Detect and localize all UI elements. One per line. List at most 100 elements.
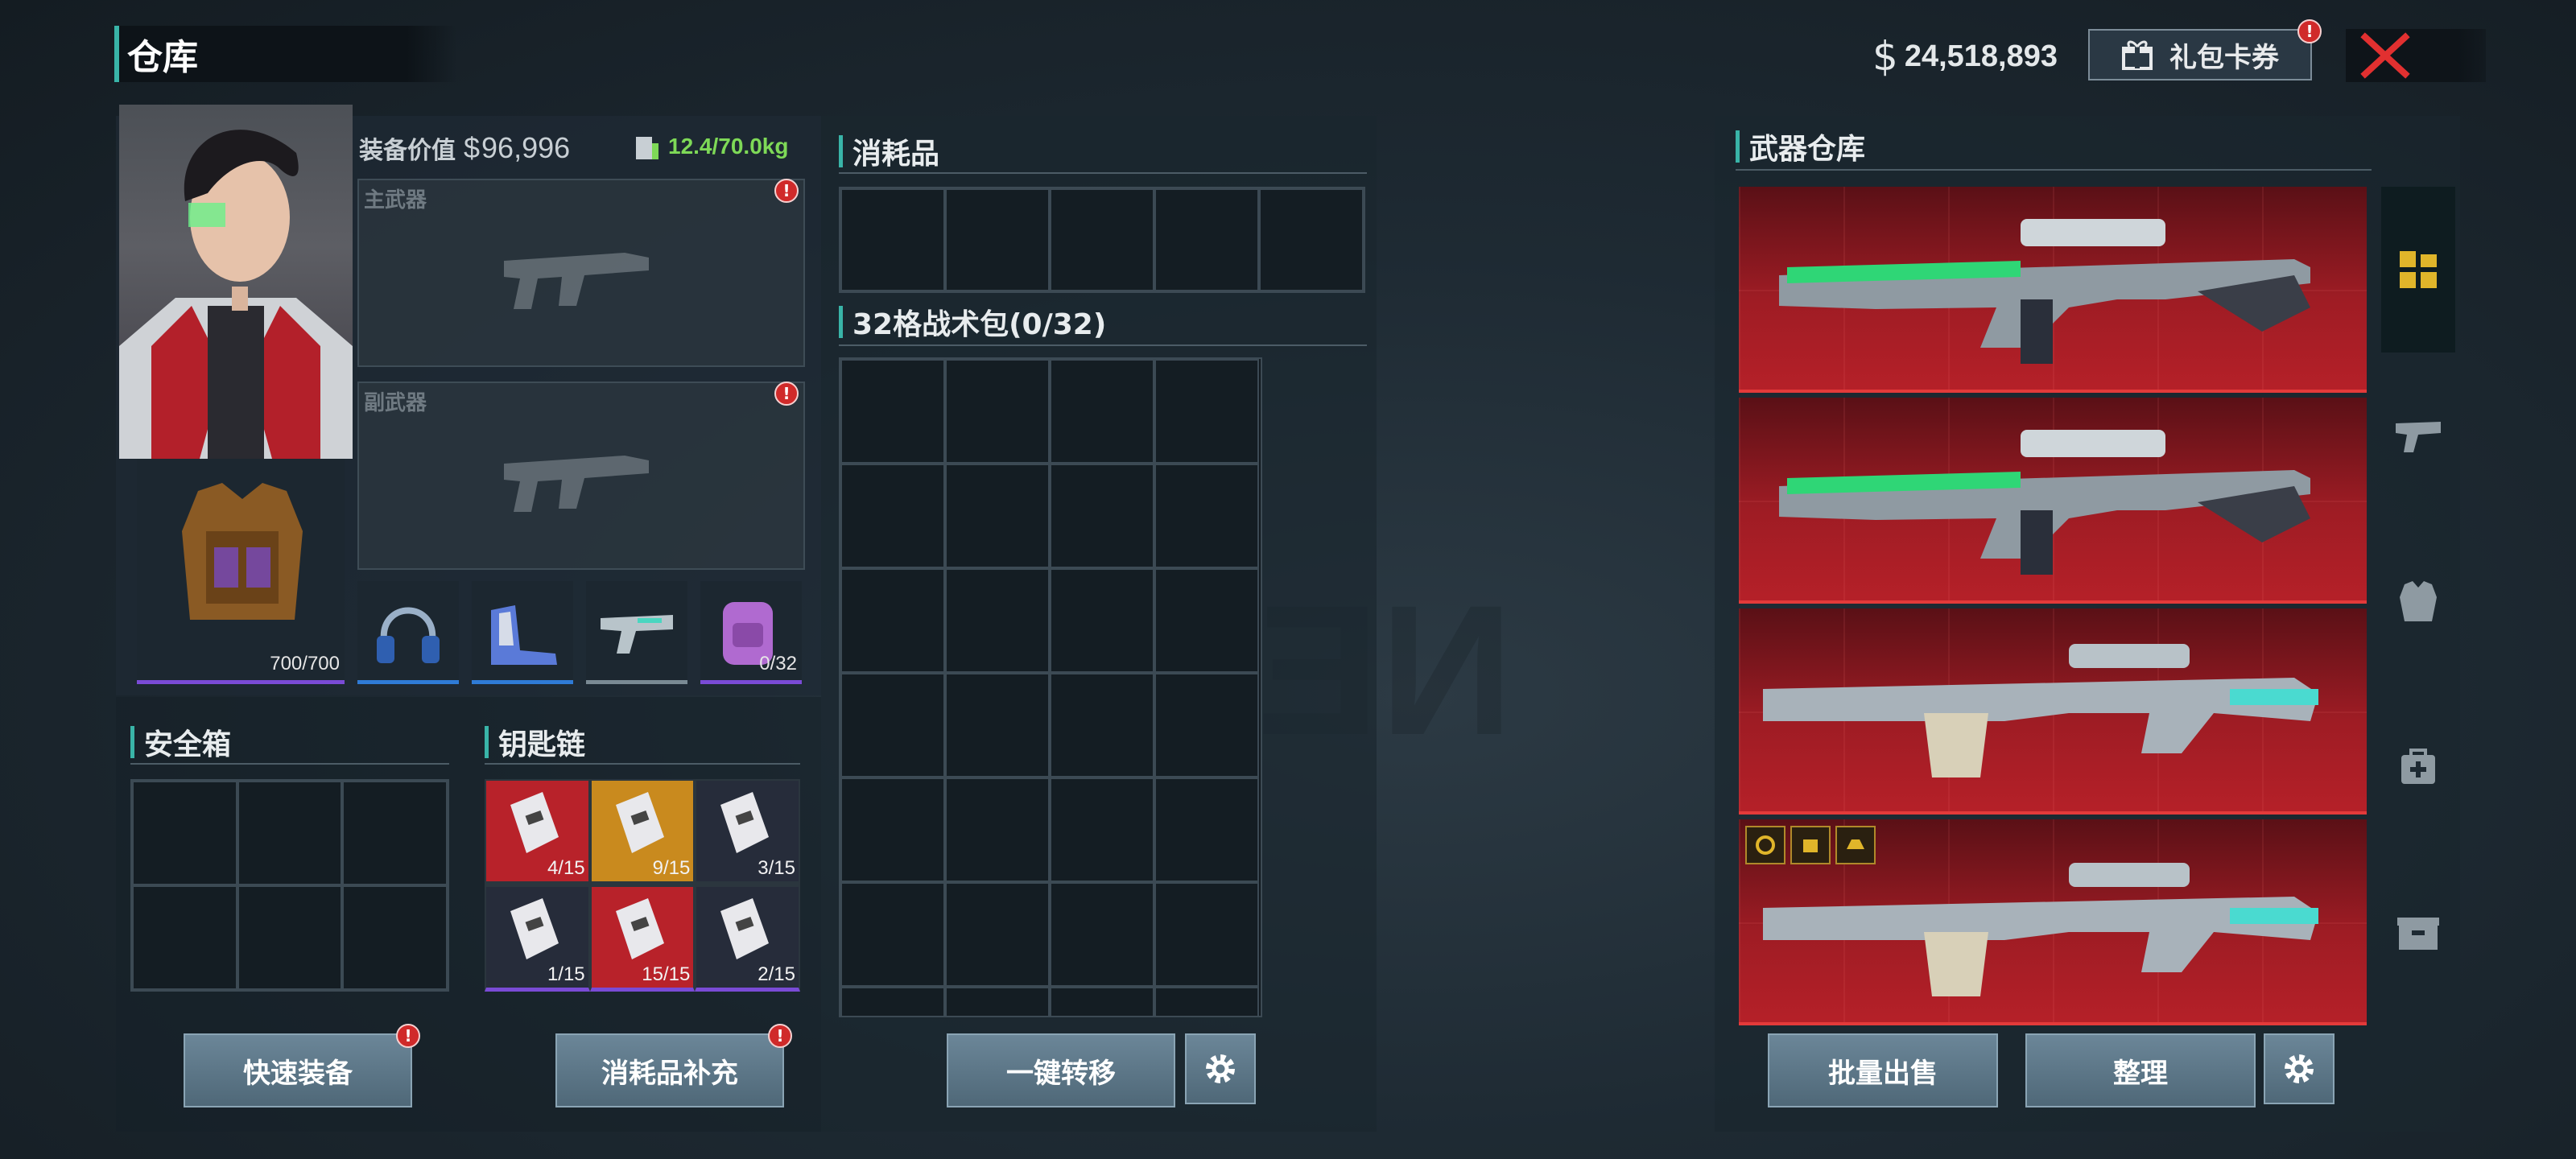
tactical-bag-grid[interactable] <box>840 359 1261 1016</box>
safe-box-grid[interactable] <box>130 779 449 992</box>
tactical-bag-cell[interactable] <box>1154 987 1259 1016</box>
quick-equip-label: 快速装备 <box>243 1057 353 1090</box>
pistol-icon <box>601 615 673 654</box>
tab-pistols[interactable] <box>2381 353 2455 518</box>
weapon-card[interactable] <box>1739 608 2367 815</box>
key-count: 4/15 <box>547 857 585 879</box>
safe-box-cell[interactable] <box>132 781 237 885</box>
close-button[interactable] <box>2346 29 2486 82</box>
gift-icon <box>2122 40 2153 70</box>
tactical-bag-cell[interactable] <box>945 359 1050 464</box>
tactical-bag-cell[interactable] <box>840 568 945 673</box>
tactical-bag-cell[interactable] <box>1050 464 1154 568</box>
tab-misc[interactable] <box>2381 850 2455 1016</box>
key-count: 15/15 <box>642 963 691 985</box>
tactical-bag-cell[interactable] <box>1154 359 1259 464</box>
weapon-card[interactable] <box>1739 398 2367 604</box>
container-settings-button[interactable] <box>1185 1033 1256 1104</box>
tactical-bag-cell[interactable] <box>1050 568 1154 673</box>
primary-weapon-badge: ! <box>774 179 799 203</box>
tactical-bag-cell[interactable] <box>1050 359 1154 464</box>
refill-consumables-button[interactable]: 消耗品补充 ! <box>555 1024 792 1107</box>
boots-icon <box>491 605 557 665</box>
sort-button[interactable]: 整理 <box>2025 1033 2256 1107</box>
secondary-weapon-slot[interactable]: 副武器 ! <box>357 382 805 570</box>
transfer-all-label: 一键转移 <box>1006 1057 1116 1090</box>
tactical-bag-cell[interactable] <box>1154 673 1259 777</box>
character-portrait <box>119 105 353 459</box>
safe-box-cell[interactable] <box>132 885 237 990</box>
tactical-bag-cell[interactable] <box>840 987 945 1016</box>
keychain-key[interactable]: 15/15 <box>589 885 696 992</box>
consumable-cell[interactable] <box>945 188 1050 291</box>
backpack-slot[interactable]: 0/32 <box>700 581 802 684</box>
consumables-title: 消耗品 <box>839 130 939 172</box>
tactical-bag-cell[interactable] <box>840 673 945 777</box>
consumable-cell[interactable] <box>840 188 945 291</box>
tactical-bag-cell[interactable] <box>840 359 945 464</box>
tactical-bag-cell[interactable] <box>1050 673 1154 777</box>
keycard-icon <box>510 898 559 959</box>
weapon-card[interactable] <box>1739 819 2367 1025</box>
tactical-bag-cell[interactable] <box>1154 568 1259 673</box>
bulk-sell-button[interactable]: 批量出售 <box>1768 1033 1998 1107</box>
storage-settings-button[interactable] <box>2264 1033 2334 1104</box>
tactical-bag-scroll[interactable] <box>839 357 1262 1017</box>
gift-coupon-button[interactable]: 礼包卡券 ! <box>2088 19 2322 80</box>
consumable-cell[interactable] <box>1154 188 1259 291</box>
weapon-storage-divider <box>1736 169 2372 171</box>
keychain-grid[interactable]: 4/15 9/15 3/15 1/15 15/15 2/15 <box>485 779 800 992</box>
consumable-cell[interactable] <box>1050 188 1154 291</box>
key-count: 1/15 <box>547 963 585 985</box>
armor-icon <box>2400 581 2437 621</box>
tactical-bag-cell[interactable] <box>840 882 945 987</box>
tactical-bag-cell[interactable] <box>1050 777 1154 882</box>
tactical-bag-cell[interactable] <box>1154 777 1259 882</box>
boots-slot[interactable] <box>472 581 573 684</box>
money-display: $ 24,518,893 <box>1872 31 2058 82</box>
equip-value-label: 装备价值 <box>359 137 456 165</box>
safe-box-cell[interactable] <box>237 885 343 990</box>
keychain-key[interactable]: 4/15 <box>485 779 590 885</box>
tactical-bag-cell[interactable] <box>945 568 1050 673</box>
key-count: 9/15 <box>652 857 691 879</box>
tab-armor[interactable] <box>2381 518 2455 684</box>
transfer-all-button[interactable]: 一键转移 <box>947 1033 1175 1107</box>
keycard-icon <box>510 792 559 853</box>
weapon-card[interactable] <box>1739 187 2367 393</box>
quick-equip-button[interactable]: 快速装备 ! <box>184 1024 420 1107</box>
safe-box-cell[interactable] <box>237 781 343 885</box>
tactical-bag-cell[interactable] <box>945 882 1050 987</box>
tab-all[interactable] <box>2381 187 2455 353</box>
safe-box-cell[interactable] <box>342 885 448 990</box>
safe-box-divider <box>130 763 449 765</box>
helmet-slot[interactable] <box>357 581 459 684</box>
keychain-key[interactable]: 9/15 <box>589 779 696 885</box>
sidearm-slot[interactable] <box>586 581 687 684</box>
tactical-bag-cell[interactable] <box>1050 882 1154 987</box>
tactical-bag-cell[interactable] <box>1154 882 1259 987</box>
tab-medical[interactable] <box>2381 684 2455 850</box>
keychain-key[interactable]: 1/15 <box>485 885 590 992</box>
sniper-rifle-image <box>1779 430 2310 575</box>
armor-slot[interactable]: 700/700 <box>137 459 345 684</box>
keycard-icon <box>720 792 770 853</box>
safe-box-cell[interactable] <box>342 781 448 885</box>
consumable-cell[interactable] <box>1259 188 1364 291</box>
tactical-bag-cell[interactable] <box>840 464 945 568</box>
keychain-key[interactable]: 2/15 <box>695 885 800 992</box>
tactical-bag-cell[interactable] <box>945 464 1050 568</box>
pistol-icon <box>2396 422 2441 452</box>
primary-weapon-slot[interactable]: 主武器 ! <box>357 179 805 367</box>
tactical-bag-cell[interactable] <box>1154 464 1259 568</box>
secondary-weapon-label: 副武器 <box>364 391 427 415</box>
tactical-bag-cell[interactable] <box>945 777 1050 882</box>
tactical-bag-cell[interactable] <box>840 777 945 882</box>
tactical-bag-cell[interactable] <box>945 987 1050 1016</box>
consumables-grid[interactable] <box>839 187 1365 293</box>
tactical-bag-cell[interactable] <box>945 673 1050 777</box>
tactical-bag-cell[interactable] <box>1050 987 1154 1016</box>
safe-box-title: 安全箱 <box>130 721 231 763</box>
keychain-key[interactable]: 3/15 <box>695 779 800 885</box>
backpack-capacity: 0/32 <box>759 653 797 674</box>
